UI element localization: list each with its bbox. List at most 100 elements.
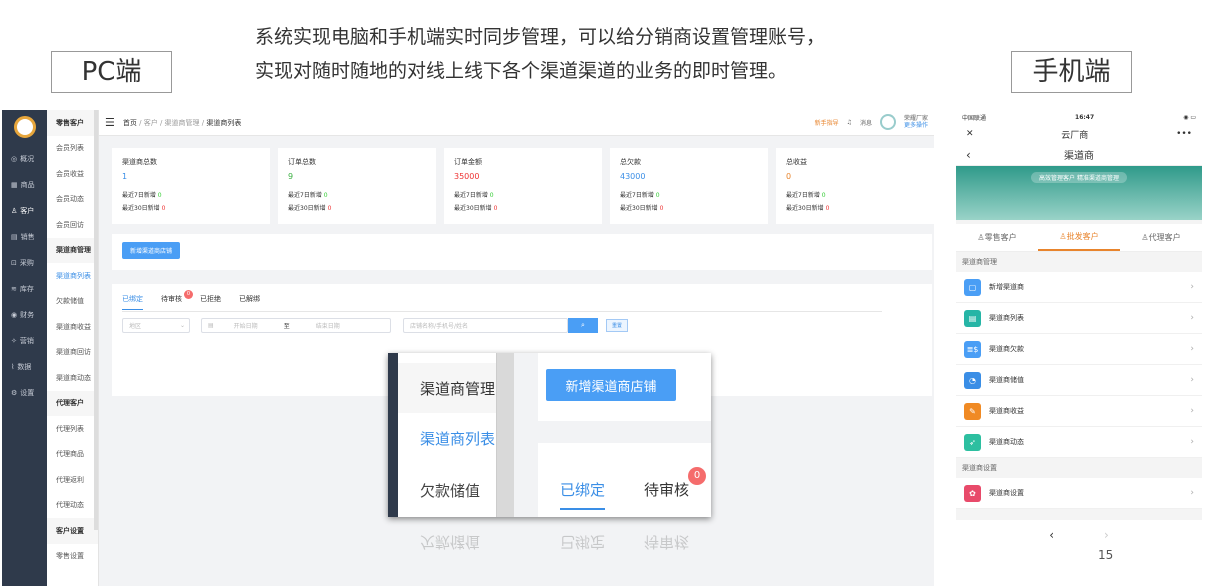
phone-row[interactable]: ◔ 渠道商储值 › (956, 365, 1202, 396)
settings-icon: ✿ (964, 484, 981, 502)
end-date[interactable]: 结束日期 (316, 321, 340, 330)
icon-nav-item[interactable]: ◉ 财务 (2, 302, 47, 328)
sub-sidebar: 零售客户 会员列表 会员收益 会员动态 会员回访 渠道商管理 渠道商列表 欠款储值 渠道商收益渠… (47, 110, 99, 586)
phone-row[interactable]: ≣$ 渠道商欠款 › (956, 334, 1202, 365)
region-select[interactable]: 地区 ⌄ (122, 318, 190, 333)
row-label: 渠道商储值 (989, 376, 1024, 384)
menu-icon[interactable]: ☰ (105, 116, 115, 129)
close-icon[interactable]: ✕ (966, 129, 974, 139)
tab-3[interactable]: 已解绑 (239, 294, 260, 310)
status-bar: 中国联通 16:47 ◉ ▭ (956, 110, 1202, 124)
back-icon[interactable]: ‹ (966, 148, 971, 162)
phone-tab[interactable]: ♙ 批发客户 (1038, 224, 1120, 251)
avatar[interactable] (879, 114, 896, 130)
user-name: 荣耀厂家 (903, 115, 928, 122)
more-icon[interactable]: ••• (1176, 129, 1192, 139)
sub-nav-item[interactable]: 会员动态 (47, 187, 98, 213)
more-ops[interactable]: 更多操作 (904, 122, 928, 129)
icon-nav-item[interactable]: ⊡ 采购 (2, 250, 47, 276)
tab-1[interactable]: 待审核 (161, 294, 182, 310)
sub-nav-group[interactable]: 代理客户 (47, 390, 98, 416)
crumb-customer[interactable]: 客户 (144, 119, 158, 127)
sub-nav-item[interactable]: 欠款储值 (47, 289, 98, 315)
calendar-icon: ▤ (208, 322, 214, 329)
stat-title: 渠道商总数 (122, 158, 157, 166)
section-channel-settings: 渠道商设置 (962, 464, 997, 472)
recent30-value: 0 (659, 205, 664, 212)
sub-nav-group[interactable]: 零售客户 (47, 110, 98, 136)
zoom-nav-debt[interactable]: 欠款储值 (398, 465, 496, 515)
reset-button[interactable]: 重置 (606, 319, 629, 332)
phone-tab[interactable]: ♙ 零售客户 (956, 224, 1038, 251)
crumb-channel-mgmt[interactable]: 渠道商管理 (165, 119, 200, 127)
message-link[interactable]: 消息 (860, 118, 872, 127)
recent30-value: 0 (825, 205, 830, 212)
zoom-nav-channel-list[interactable]: 渠道商列表 (398, 413, 496, 463)
recent30-value: 0 (493, 205, 498, 212)
search-input[interactable]: 店铺名称/手机号/姓名 (403, 318, 568, 333)
icon-nav-item[interactable]: ⚙ 设置 (2, 380, 47, 406)
recent7-label: 最近7日新增 (288, 192, 322, 199)
search-button[interactable]: ⌕ (568, 318, 598, 333)
phone-tab[interactable]: ♙ 代理客户 (1120, 224, 1202, 251)
icon-nav-item[interactable]: ⌇ 数据 (2, 354, 47, 380)
sub-nav-item[interactable]: 零售设置 (47, 544, 98, 570)
user-icon: ♙ (11, 207, 18, 215)
forward-arrow-icon[interactable]: › (1104, 528, 1109, 542)
start-date[interactable]: 开始日期 (234, 321, 258, 330)
icon-nav-item[interactable]: ♙ 客户 (2, 198, 47, 224)
add-channel-store-button[interactable]: 新增渠道商店铺 (122, 242, 181, 259)
sub-nav-item[interactable]: 渠道商回访 (47, 340, 98, 366)
recent30-label: 最近30日新增 (620, 205, 658, 212)
icon-nav-item[interactable]: ▤ 销售 (2, 224, 47, 250)
icon-nav-item[interactable]: ✧ 营销 (2, 328, 47, 354)
back-arrow-icon[interactable]: ‹ (1049, 528, 1054, 542)
zoom-add-button[interactable]: 新增渠道商店铺 (546, 369, 676, 401)
doc-icon: ▤ (11, 233, 18, 241)
icon-nav-item[interactable]: ◎ 概况 (2, 146, 47, 172)
zoom-nav-channel-mgmt[interactable]: 渠道商管理 (398, 363, 496, 413)
sub-nav-item[interactable]: 渠道商列表 (47, 263, 98, 289)
bell-icon[interactable]: ♫ (847, 119, 852, 126)
sub-nav-item[interactable]: 代理列表 (47, 416, 98, 442)
headline: 系统实现电脑和手机端实时同步管理，可以给分销商设置管理账号， 实现对随时随地的对… (255, 20, 955, 88)
recent7-value: 0 (157, 192, 162, 199)
zoom-scrollbar[interactable] (496, 353, 514, 517)
row-icon: ◔ (964, 371, 981, 389)
row-channel-settings[interactable]: ✿ 渠道商设置 › (956, 478, 1202, 509)
sub-nav-item[interactable]: 会员列表 (47, 136, 98, 162)
stat-value: 35000 (454, 172, 480, 181)
sub-nav-item[interactable]: 渠道商收益 (47, 314, 98, 340)
phone-row[interactable]: ➶ 渠道商动态 › (956, 427, 1202, 458)
sub-nav-item[interactable]: 渠道商动态 (47, 365, 98, 391)
zoom-tab-pending[interactable]: 待审核 (644, 479, 689, 500)
sub-nav-item[interactable]: 会员收益 (47, 161, 98, 187)
zoom-tab-bound[interactable]: 已绑定 (560, 479, 606, 510)
date-range[interactable]: ▤ 开始日期 至 结束日期 (201, 318, 391, 333)
tab-2[interactable]: 已拒绝 (200, 294, 221, 310)
phone-row[interactable]: ▤ 渠道商列表 › (956, 303, 1202, 334)
sub-nav-group[interactable]: 渠道商管理 (47, 237, 98, 263)
dashboard-icon: ◎ (11, 155, 18, 163)
icon-nav-item[interactable]: ▦ 商品 (2, 172, 47, 198)
icon-nav-item[interactable]: ≋ 库存 (2, 276, 47, 302)
sub-nav-group[interactable]: 客户设置 (47, 518, 98, 544)
carrier: 中国联通 (962, 114, 987, 122)
phone-row[interactable]: ▢ 新增渠道商 › (956, 272, 1202, 303)
recent7-label: 最近7日新增 (454, 192, 488, 199)
phone-row[interactable]: ✎ 渠道商收益 › (956, 396, 1202, 427)
sub-nav-item[interactable]: 会员回访 (47, 212, 98, 238)
sub-nav-item[interactable]: 代理动态 (47, 493, 98, 519)
sub-nav-item[interactable]: 代理返利 (47, 467, 98, 493)
app-title: 云厂商 (1061, 130, 1089, 141)
scrollbar[interactable] (94, 110, 98, 530)
crumb-home[interactable]: 首页 (123, 119, 137, 127)
tab-0[interactable]: 已绑定 (122, 294, 143, 310)
guide-link[interactable]: 新手指导 (815, 118, 839, 127)
sub-nav-item[interactable]: 代理商品 (47, 442, 98, 468)
phone-tab-label: 批发客户 (1066, 232, 1099, 241)
reflect-text: 欠款储值 (420, 533, 481, 551)
recent7-value: 0 (821, 192, 826, 199)
icon-nav-label: 客户 (20, 207, 35, 215)
zoom-badge: 0 (688, 467, 706, 485)
